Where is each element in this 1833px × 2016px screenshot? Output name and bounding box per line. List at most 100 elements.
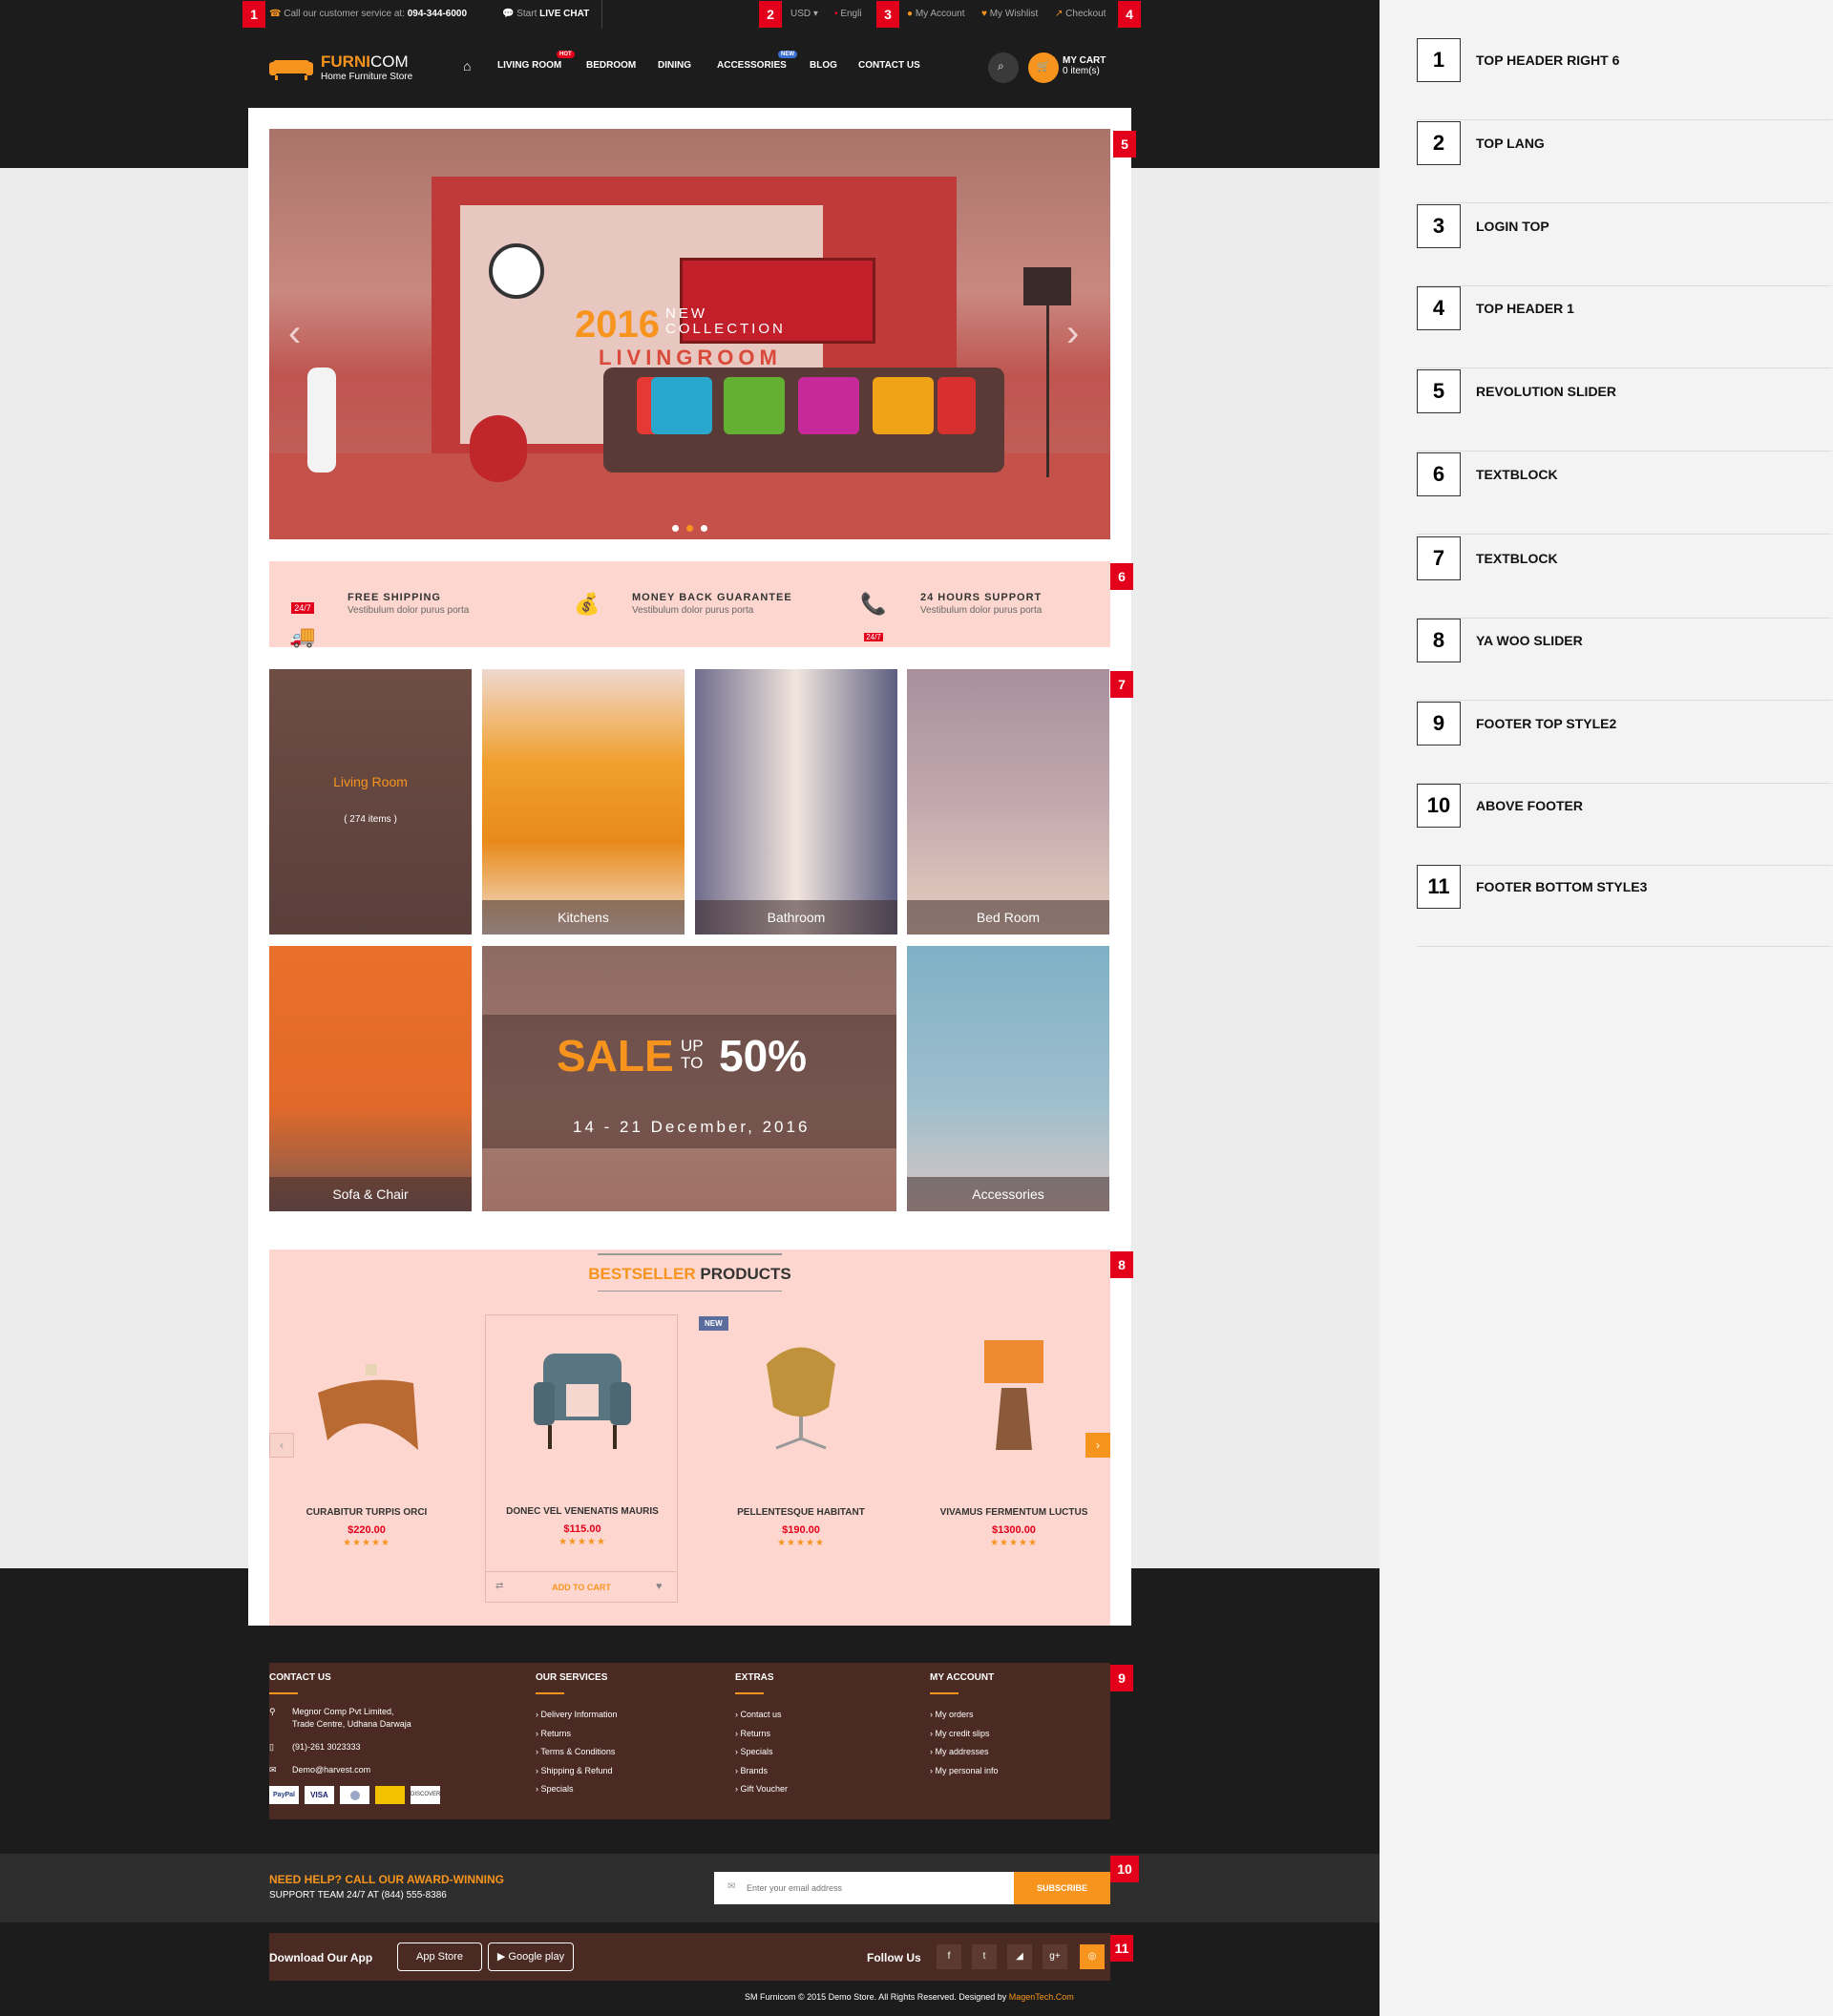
support-badge: 24/7 [864,633,883,641]
copyright: SM Furnicom © 2015 Demo Store. All Right… [745,1992,1074,2002]
footer-link[interactable]: › My credit slips [930,1725,999,1744]
pillow [651,377,712,434]
nav-contact[interactable]: CONTACT US [858,60,920,71]
dribbble-icon[interactable]: ◎ [1080,1944,1105,1969]
legend-number: 9 [1417,702,1461,746]
home-icon[interactable]: ⌂ [463,58,471,74]
top-bar: ☎ Call our customer service at: 094-344-… [0,0,1380,29]
language-select[interactable]: ▪ Engli [834,9,862,19]
subscribe-button[interactable]: SUBSCRIBE [1014,1872,1110,1904]
heading-bar [930,1692,959,1694]
footer-link-label: My credit slips [935,1728,990,1738]
title-rule [598,1291,782,1292]
nav-dining[interactable]: DINING [658,60,691,71]
live-chat-link[interactable]: 💬 Start LIVE CHAT [502,9,589,19]
footer-email[interactable]: ✉ Demo@harvest.com [269,1765,411,1774]
nav-bedroom[interactable]: BEDROOM [586,60,636,71]
chevron-right-icon[interactable]: › [1085,1433,1110,1458]
nav-living-room-label: LIVING ROOM [497,60,562,71]
facebook-icon[interactable]: f [937,1944,961,1969]
checkout-link[interactable]: ↗ Checkout [1055,9,1106,19]
category-sofa-chair[interactable]: Sofa & Chair [269,946,472,1211]
footer-link[interactable]: › Terms & Conditions [536,1743,618,1762]
category-bedroom[interactable]: Bed Room [907,669,1109,934]
marker-10: 10 [1110,1856,1139,1882]
product-card[interactable]: CURABITUR TURPIS ORCI $220.00 ★★★★★ [270,1316,463,1564]
chevron-right-icon[interactable]: › [1066,312,1079,355]
slider-dot[interactable] [672,525,679,532]
slider-dot[interactable] [701,525,707,532]
footer-link[interactable]: › Delivery Information [536,1706,618,1725]
currency-select[interactable]: USD ▾ [790,9,818,19]
legend-number: 8 [1417,619,1461,662]
product-price: $115.00 [563,1523,601,1535]
sale-banner[interactable]: SALE UP TO 50% 14 - 21 December, 2016 [482,946,896,1211]
designer-link[interactable]: MagenTech.Com [1009,1992,1074,2002]
hero-slider[interactable]: 2016 NEW COLLECTION LIVINGROOM ‹ › [269,129,1110,539]
currency-value: USD [790,9,811,19]
chevron-left-icon[interactable]: ‹ [269,1433,294,1458]
amex-icon [375,1786,405,1804]
nav-blog[interactable]: BLOG [810,60,837,71]
google-play-button[interactable]: ▶ Google play [488,1942,574,1971]
footer-link[interactable]: › Specials [536,1780,618,1799]
footer-link-label: Returns [740,1728,771,1738]
legend-item: 6 TEXTBLOCK [1417,452,1832,535]
rss-icon[interactable]: ◢ [1007,1944,1032,1969]
category-accessories[interactable]: Accessories [907,946,1109,1211]
my-account-link[interactable]: ● My Account [907,9,965,19]
product-card[interactable]: NEW PELLENTESQUE HABITANT $190.00 ★★★★★ [699,1316,897,1564]
cart-button[interactable]: 🛒 [1028,52,1059,83]
wishlist-link[interactable]: ♥ My Wishlist [981,9,1038,19]
category-living-room[interactable]: Living Room ( 274 items ) [269,669,472,934]
bestseller-title: BESTSELLER PRODUCTS [269,1265,1110,1284]
footer-link[interactable]: › Returns [735,1725,788,1744]
product-card-active[interactable]: DONEC VEL VENENATIS MAURIS $115.00 ★★★★★… [485,1314,678,1603]
live-chat-bold: LIVE CHAT [539,9,590,19]
hero-year: 2016 [575,304,660,346]
footer-link-label: Returns [540,1728,572,1738]
category-kitchens[interactable]: Kitchens [482,669,685,934]
footer-link-label: My addresses [935,1747,989,1756]
marker-5: 5 [1113,131,1136,158]
search-button[interactable]: ⌕ [988,52,1019,83]
slider-dot[interactable] [686,525,693,532]
marker-6: 6 [1110,563,1133,590]
footer-link[interactable]: › Shipping & Refund [536,1762,618,1781]
nav-accessories[interactable]: ACCESSORIES NEW [717,51,797,71]
category-count: ( 274 items ) [344,814,397,825]
footer-link[interactable]: › My addresses [930,1743,999,1762]
add-to-cart-button[interactable]: ADD TO CART [486,1583,677,1592]
category-title: Living Room [333,774,408,789]
footer-link[interactable]: › Brands [735,1762,788,1781]
category-label: Accessories [907,1177,1109,1211]
footer-heading: CONTACT US [269,1672,331,1683]
language-value: Engli [840,9,862,19]
footer-link[interactable]: › Gift Voucher [735,1780,788,1799]
wishlist-icon[interactable]: ♥ [656,1581,663,1592]
legend-item: 7 TEXTBLOCK [1417,536,1832,619]
newsletter-email-input[interactable] [714,1872,1014,1904]
legend-number: 10 [1417,784,1461,828]
footer-link[interactable]: › Specials [735,1743,788,1762]
product-card[interactable]: VIVAMUS FERMENTUM LUCTUS $1300.00 ★★★★★ [917,1316,1110,1564]
chevron-left-icon[interactable]: ‹ [288,312,301,355]
cart-summary[interactable]: MY CART 0 item(s) [1063,55,1106,76]
marker-3: 3 [876,1,899,28]
app-store-button[interactable]: App Store [397,1942,482,1971]
nav-living-room[interactable]: LIVING ROOM HOT [497,51,575,71]
footer-link[interactable]: › Returns [536,1725,618,1744]
twitter-icon[interactable]: t [972,1944,997,1969]
legend-item: 4 TOP HEADER 1 [1417,286,1832,368]
chat-icon: 💬 [502,9,515,19]
googleplus-icon[interactable]: g+ [1043,1944,1067,1969]
category-bathroom[interactable]: Bathroom [695,669,897,934]
legend-item: 3 LOGIN TOP [1417,204,1832,286]
sofa-logo-icon [269,60,313,80]
category-label: Kitchens [482,900,685,934]
footer-link[interactable]: › Contact us [735,1706,788,1725]
footer-link[interactable]: › My personal info [930,1762,999,1781]
app-store-label: App Store [416,1951,463,1963]
hero-line1: NEW [665,305,707,322]
footer-link[interactable]: › My orders [930,1706,999,1725]
